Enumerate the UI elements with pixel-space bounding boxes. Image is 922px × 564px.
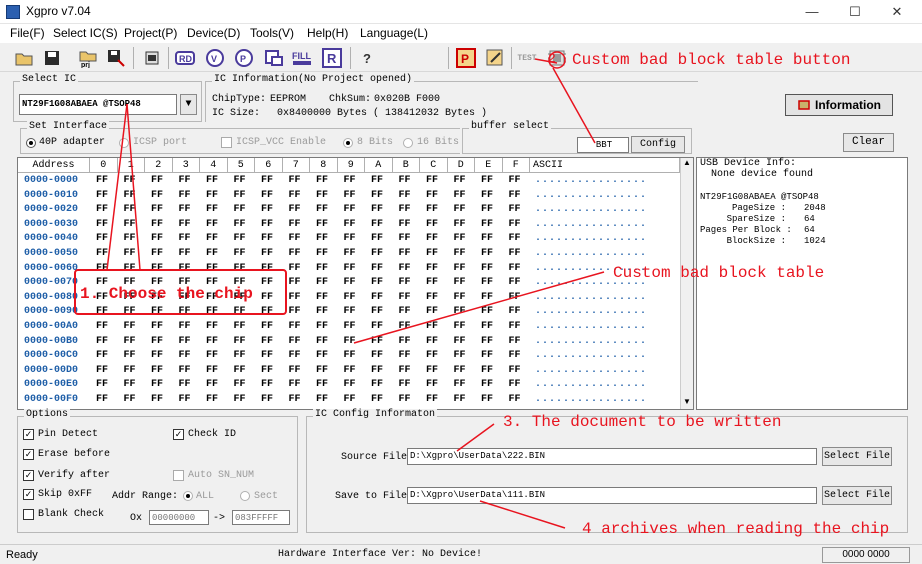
annotation-archives: 4 archives when reading the chip (582, 520, 890, 538)
annotation-choose-chip: 1. Choose the chip (80, 285, 253, 303)
annotation-doc-written: 3. The document to be written (503, 413, 782, 431)
annotation-bbt-button: Custom bad block table button (572, 51, 851, 69)
annotation-overlay (74, 51, 605, 529)
annotation-bbt-table: Custom bad block table (613, 264, 825, 282)
annotation-2: 2 (548, 51, 556, 66)
